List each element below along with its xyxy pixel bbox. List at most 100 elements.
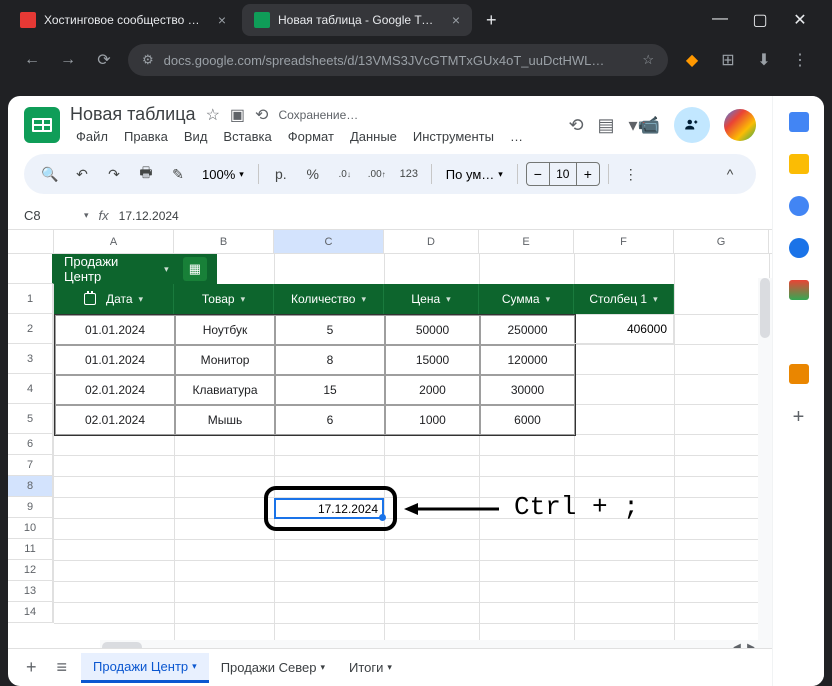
cell[interactable]: 250000 bbox=[480, 315, 575, 345]
cell-reference[interactable]: C8 bbox=[24, 208, 74, 223]
paint-format-button[interactable]: ✎ bbox=[164, 160, 192, 188]
table-header-0[interactable]: Дата▾ bbox=[54, 284, 174, 314]
add-sheet-button[interactable]: + bbox=[20, 657, 43, 678]
column-header-A[interactable]: A bbox=[54, 230, 174, 253]
new-tab-button[interactable]: + bbox=[476, 10, 507, 31]
row-header-1[interactable]: 1 bbox=[8, 284, 54, 314]
url-input[interactable]: ⚙ docs.google.com/spreadsheets/d/13VMS3J… bbox=[128, 44, 668, 76]
percent-button[interactable]: % bbox=[299, 160, 327, 188]
add-addon-button[interactable]: + bbox=[793, 406, 805, 429]
cell[interactable]: Ноутбук bbox=[175, 315, 275, 345]
scroll-left-button[interactable]: ◀ bbox=[730, 642, 744, 649]
menu-инструменты[interactable]: Инструменты bbox=[407, 127, 500, 146]
all-sheets-button[interactable]: ≡ bbox=[51, 657, 74, 678]
cell[interactable]: 02.01.2024 bbox=[55, 405, 175, 435]
menu-…[interactable]: … bbox=[504, 127, 529, 146]
print-button[interactable]: 🖶 bbox=[132, 160, 160, 188]
cell[interactable]: 6 bbox=[275, 405, 385, 435]
spreadsheet-grid[interactable]: ABCDEFG 1234567891011121314 Продажи Цент… bbox=[8, 230, 772, 648]
scrollbar-thumb[interactable] bbox=[102, 642, 142, 648]
cell-f2[interactable]: 406000 bbox=[574, 314, 674, 344]
column-header-E[interactable]: E bbox=[479, 230, 574, 253]
cloud-icon[interactable]: ⟲ bbox=[255, 105, 268, 125]
minimize-button[interactable]: — bbox=[708, 10, 732, 30]
row-header-11[interactable]: 11 bbox=[8, 539, 54, 560]
site-settings-icon[interactable]: ⚙ bbox=[142, 52, 154, 68]
row-header-4[interactable]: 4 bbox=[8, 374, 54, 404]
font-size-value[interactable]: 10 bbox=[549, 163, 577, 185]
avatar[interactable] bbox=[724, 109, 756, 141]
column-header-G[interactable]: G bbox=[674, 230, 769, 253]
extension-icon[interactable]: ◆ bbox=[680, 50, 704, 70]
number-format-button[interactable]: 123 bbox=[395, 160, 423, 188]
font-select[interactable]: По ум… ▾ bbox=[440, 167, 509, 182]
tasks-icon[interactable] bbox=[789, 196, 809, 216]
redo-button[interactable]: ↷ bbox=[100, 160, 128, 188]
sheet-tab-1[interactable]: Продажи Север ▾ bbox=[209, 653, 337, 683]
cell[interactable]: 02.01.2024 bbox=[55, 375, 175, 405]
row-header-5[interactable]: 5 bbox=[8, 404, 54, 434]
close-icon[interactable]: × bbox=[218, 12, 226, 28]
keep-icon[interactable] bbox=[789, 154, 809, 174]
menu-icon[interactable]: ⋮ bbox=[788, 50, 812, 70]
table-header-3[interactable]: Цена▾ bbox=[384, 284, 479, 314]
menu-вставка[interactable]: Вставка bbox=[217, 127, 277, 146]
currency-button[interactable]: р. bbox=[267, 160, 295, 188]
sheets-logo[interactable] bbox=[24, 107, 60, 143]
star-icon[interactable]: ☆ bbox=[206, 105, 220, 125]
back-button[interactable]: ← bbox=[20, 51, 44, 69]
chevron-down-icon[interactable]: ▾ bbox=[164, 264, 169, 275]
extensions-icon[interactable]: ⊞ bbox=[716, 50, 740, 70]
addon-icon[interactable] bbox=[789, 364, 809, 384]
cell[interactable]: 1000 bbox=[385, 405, 480, 435]
row-header-7[interactable]: 7 bbox=[8, 455, 54, 476]
history-icon[interactable]: ⟲ bbox=[568, 115, 583, 136]
cell[interactable]: 5 bbox=[275, 315, 385, 345]
menu-правка[interactable]: Правка bbox=[118, 127, 174, 146]
column-header-F[interactable]: F bbox=[574, 230, 674, 253]
fx-icon[interactable]: fx bbox=[99, 208, 109, 223]
cell[interactable]: 15 bbox=[275, 375, 385, 405]
row-header-8[interactable]: 8 bbox=[8, 476, 54, 497]
sheet-tab-2[interactable]: Итоги ▾ bbox=[337, 653, 404, 683]
font-size-increase[interactable]: + bbox=[577, 166, 599, 182]
close-button[interactable]: ✕ bbox=[788, 10, 812, 30]
menu-формат[interactable]: Формат bbox=[282, 127, 340, 146]
contacts-icon[interactable] bbox=[789, 238, 809, 258]
reload-button[interactable]: ⟳ bbox=[92, 50, 116, 70]
cell[interactable]: 01.01.2024 bbox=[55, 345, 175, 375]
table-header-1[interactable]: Товар▾ bbox=[174, 284, 274, 314]
select-all-corner[interactable] bbox=[8, 230, 54, 253]
row-header-9[interactable]: 9 bbox=[8, 497, 54, 518]
download-icon[interactable]: ⬇ bbox=[752, 50, 776, 70]
scrollbar-thumb[interactable] bbox=[760, 278, 770, 338]
close-icon[interactable]: × bbox=[452, 12, 460, 28]
move-icon[interactable]: ▣ bbox=[230, 105, 245, 125]
decrease-decimal-button[interactable]: .0↓ bbox=[331, 160, 359, 188]
font-size-decrease[interactable]: − bbox=[527, 166, 549, 182]
row-header-6[interactable]: 6 bbox=[8, 434, 54, 455]
undo-button[interactable]: ↶ bbox=[68, 160, 96, 188]
increase-decimal-button[interactable]: .00↑ bbox=[363, 160, 391, 188]
cell[interactable]: 6000 bbox=[480, 405, 575, 435]
maximize-button[interactable]: ▢ bbox=[748, 10, 772, 30]
browser-tab-active[interactable]: Новая таблица - Google Табли… × bbox=[242, 4, 472, 36]
more-tools-button[interactable]: ⋮ bbox=[617, 160, 645, 188]
menu-файл[interactable]: Файл bbox=[70, 127, 114, 146]
comments-icon[interactable]: ▤ bbox=[598, 115, 615, 136]
forward-button[interactable]: → bbox=[56, 51, 80, 69]
cell[interactable]: 8 bbox=[275, 345, 385, 375]
cell[interactable]: 50000 bbox=[385, 315, 480, 345]
column-header-D[interactable]: D bbox=[384, 230, 479, 253]
collapse-toolbar-button[interactable]: ^ bbox=[716, 160, 744, 188]
formula-input[interactable]: 17.12.2024 bbox=[119, 209, 756, 223]
table-header-5[interactable]: Столбец 1▾ bbox=[574, 284, 674, 314]
calendar-icon[interactable] bbox=[789, 112, 809, 132]
menu-данные[interactable]: Данные bbox=[344, 127, 403, 146]
row-header-0[interactable] bbox=[8, 254, 54, 284]
table-chip[interactable]: Продажи Центр ▾ ▦ bbox=[54, 254, 217, 284]
row-header-10[interactable]: 10 bbox=[8, 518, 54, 539]
search-icon[interactable]: 🔍 bbox=[36, 160, 64, 188]
active-cell[interactable]: 17.12.2024 bbox=[274, 498, 384, 519]
vertical-scrollbar[interactable] bbox=[758, 278, 772, 648]
